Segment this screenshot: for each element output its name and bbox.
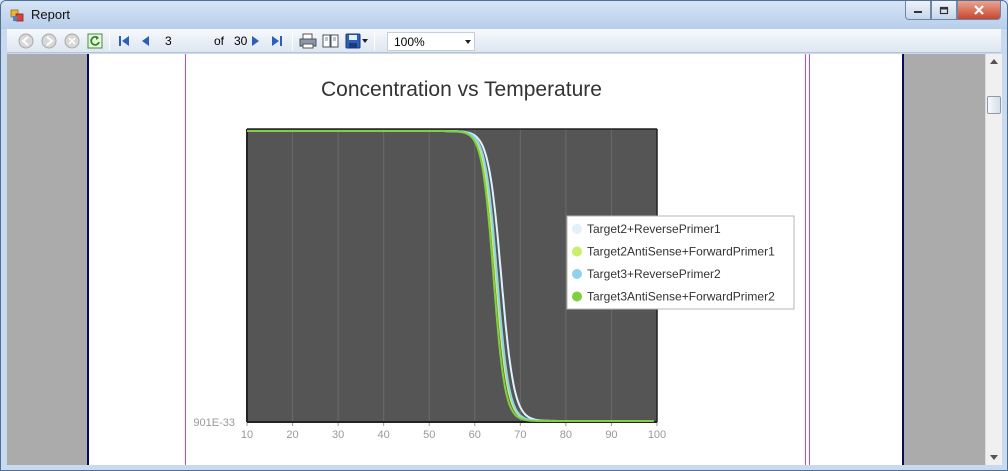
- maximize-icon: [939, 6, 949, 14]
- legend-marker-4: [572, 291, 582, 302]
- last-page-icon[interactable]: [269, 33, 285, 49]
- minimize-button[interactable]: [905, 1, 931, 20]
- legend-marker-1: [572, 224, 582, 234]
- window-title: Report: [31, 7, 71, 22]
- dropdown-icon[interactable]: [362, 39, 369, 55]
- legend-label-1: Target2+ReversePrimer1: [587, 222, 721, 236]
- close-icon: [974, 5, 984, 15]
- x-tick-label: 50: [423, 429, 435, 441]
- x-tick-label: 20: [286, 429, 298, 441]
- maximize-button[interactable]: [931, 1, 957, 20]
- zoom-select[interactable]: 100%: [387, 32, 475, 51]
- next-page-icon[interactable]: [247, 33, 263, 49]
- scroll-down-icon[interactable]: [990, 455, 998, 460]
- x-tick-label: 90: [605, 429, 617, 441]
- refresh-icon[interactable]: [87, 33, 103, 49]
- page-number-input[interactable]: [162, 32, 202, 50]
- save-icon[interactable]: [345, 33, 361, 49]
- scroll-up-icon[interactable]: [990, 59, 998, 64]
- scroll-thumb[interactable]: [987, 96, 1001, 114]
- legend-label-4: Target3AntiSense+ForwardPrimer2: [587, 290, 775, 304]
- x-tick-label: 60: [469, 429, 481, 441]
- legend-marker-3: [572, 269, 582, 279]
- x-tick-label: 30: [332, 429, 344, 441]
- melt-curve-chart: 10 20 30 40 50 60 70 80 90 100 901E-33 Target2+Reve…: [193, 128, 795, 441]
- close-button[interactable]: [957, 1, 1001, 20]
- legend-marker-2: [572, 246, 582, 257]
- legend-label-2: Target2AntiSense+ForwardPrimer1: [587, 245, 775, 259]
- forward-icon[interactable]: [41, 33, 57, 49]
- report-toolbar: of 30 100%: [7, 29, 1001, 53]
- chevron-down-icon: [465, 40, 471, 44]
- legend-label-3: Target3+ReversePrimer2: [587, 267, 721, 281]
- x-tick-label: 80: [560, 429, 572, 441]
- print-layout-icon[interactable]: [322, 33, 340, 49]
- vertical-scrollbar[interactable]: [985, 54, 1002, 465]
- report-app-icon: [10, 9, 24, 22]
- of-label: of: [214, 34, 225, 48]
- x-tick-label: 10: [241, 429, 253, 441]
- x-tick-label: 70: [514, 429, 526, 441]
- report-viewer[interactable]: Concentration vs Temperature 10 20 30 40 50 6…: [7, 54, 985, 465]
- back-icon[interactable]: [18, 33, 34, 49]
- title-bar[interactable]: Report: [1, 1, 1007, 29]
- y-tick-label: 901E-33: [193, 417, 235, 429]
- previous-page-icon[interactable]: [138, 33, 154, 49]
- print-icon[interactable]: [299, 33, 317, 49]
- report-page: Concentration vs Temperature 10 20 30 40 50 6…: [87, 54, 904, 465]
- report-window: Report of 30 10: [0, 0, 1008, 471]
- total-pages: 30: [234, 34, 248, 48]
- zoom-value: 100%: [394, 35, 425, 49]
- x-tick-label: 40: [378, 429, 390, 441]
- first-page-icon[interactable]: [116, 33, 132, 49]
- stop-icon[interactable]: [64, 33, 80, 49]
- x-tick-label: 100: [648, 429, 666, 441]
- minimize-icon: [914, 11, 922, 13]
